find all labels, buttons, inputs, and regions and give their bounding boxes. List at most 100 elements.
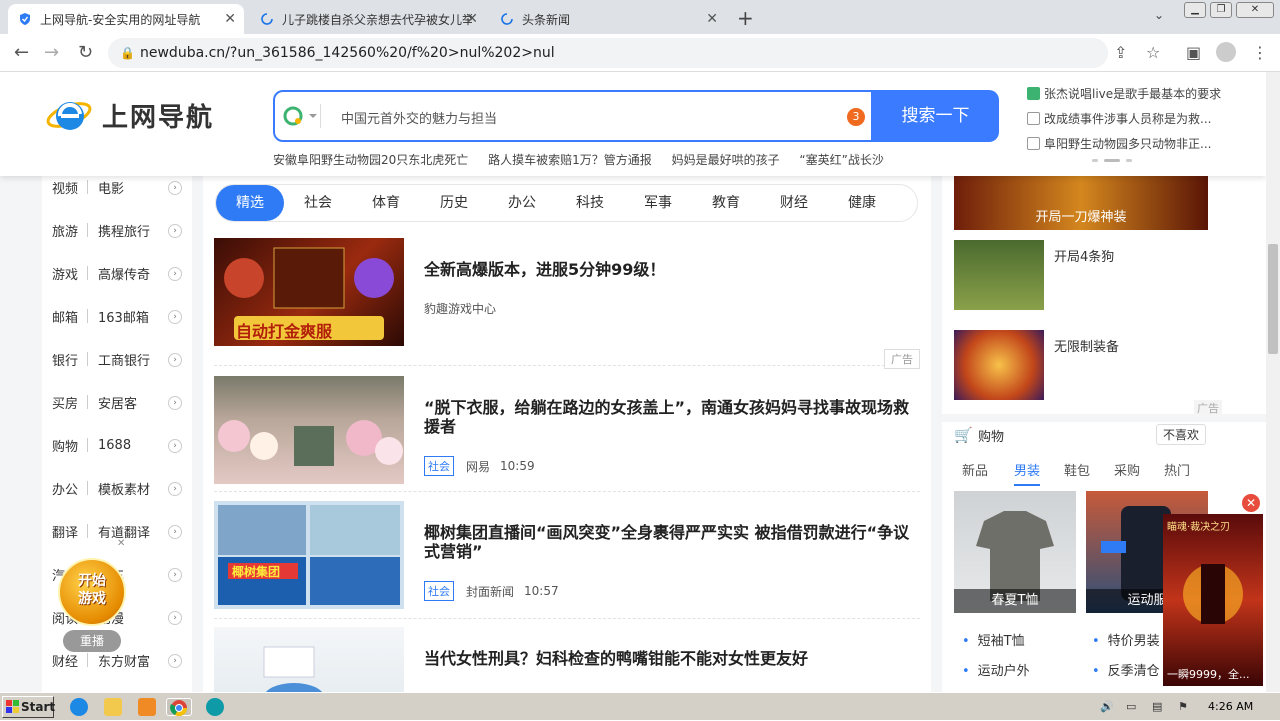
hot-link[interactable]: “塞英红”战长沙 bbox=[799, 153, 883, 167]
chevron-down-icon[interactable]: ⌄ bbox=[1154, 8, 1164, 22]
chevron-right-icon[interactable]: › bbox=[168, 266, 182, 281]
sidebar-site-link[interactable]: 163邮箱 bbox=[98, 307, 149, 326]
side-panel-icon[interactable]: ▣ bbox=[1186, 43, 1201, 62]
sidebar-category[interactable]: 翻译 bbox=[52, 522, 78, 541]
share-icon[interactable]: ⇪ bbox=[1114, 43, 1127, 62]
chevron-right-icon[interactable]: › bbox=[168, 524, 182, 539]
media-player-icon[interactable] bbox=[138, 698, 156, 716]
ie-icon[interactable] bbox=[70, 698, 88, 716]
feed-item[interactable]: “脱下衣服，给躺在路边的女孩盖上”，南通女孩妈妈寻找事故现场救援者 社会 网易 … bbox=[214, 376, 920, 492]
right-news-item[interactable]: 张杰说唱live是歌手最基本的要求 bbox=[1027, 85, 1221, 102]
feed-title[interactable]: “脱下衣服，给躺在路边的女孩盖上”，南通女孩妈妈寻找事故现场救援者 bbox=[424, 398, 914, 436]
site-logo[interactable]: 上网导航 bbox=[46, 94, 214, 136]
carousel-dots[interactable] bbox=[1092, 159, 1132, 162]
sidebar-site-link[interactable]: 模板素材 bbox=[98, 479, 150, 498]
start-game-button[interactable]: 开始 游戏 bbox=[58, 558, 126, 626]
shop-tab[interactable]: 采购 bbox=[1114, 460, 1140, 479]
chevron-right-icon[interactable]: › bbox=[168, 352, 182, 367]
sidebar-row[interactable]: 银行 工商银行 › bbox=[42, 338, 192, 381]
right-item[interactable]: 无限制装备 bbox=[954, 330, 1210, 400]
sidebar-category[interactable]: 视频 bbox=[52, 178, 78, 197]
shop-tab[interactable]: 热门 bbox=[1164, 460, 1190, 479]
scrollbar-thumb[interactable] bbox=[1268, 244, 1278, 354]
feed-title[interactable]: 全新高爆版本，进服5分钟99级！ bbox=[424, 260, 914, 279]
browser-tab-3[interactable]: 头条新闻 ✕ bbox=[490, 4, 726, 34]
tab-9[interactable]: 健康 bbox=[828, 185, 896, 221]
shop-link[interactable]: 运动户外 bbox=[962, 660, 1030, 679]
sidebar-category[interactable]: 财经 bbox=[52, 651, 78, 670]
close-icon[interactable]: ✕ bbox=[117, 538, 125, 549]
chevron-right-icon[interactable]: › bbox=[168, 653, 182, 668]
speaker-icon[interactable]: 🔊 bbox=[1100, 700, 1114, 713]
shop-tab[interactable]: 男装 bbox=[1014, 460, 1041, 486]
replay-button[interactable]: 重播 bbox=[63, 630, 121, 652]
restore-button[interactable]: ❐ bbox=[1210, 2, 1232, 18]
sidebar-row[interactable]: 购物 1688 › bbox=[42, 424, 192, 467]
sidebar-row[interactable]: 旅游 携程旅行 › bbox=[42, 209, 192, 252]
sidebar-site-link[interactable]: 携程旅行 bbox=[98, 221, 150, 240]
sidebar-site-link[interactable]: 东方财富 bbox=[98, 651, 150, 670]
tab-2[interactable]: 体育 bbox=[352, 185, 420, 221]
device-icon[interactable]: ▤ bbox=[1152, 700, 1162, 713]
floating-game-ad[interactable]: 瞄魂·裁决之刃 一瞬9999，全... bbox=[1163, 514, 1263, 686]
network-icon[interactable]: ▭ bbox=[1126, 700, 1136, 713]
sidebar-category[interactable]: 银行 bbox=[52, 350, 78, 369]
tab-8[interactable]: 财经 bbox=[760, 185, 828, 221]
vertical-scrollbar[interactable] bbox=[1266, 72, 1280, 692]
tab-1[interactable]: 社会 bbox=[284, 185, 352, 221]
new-tab-button[interactable]: + bbox=[737, 6, 754, 30]
search-input[interactable]: 中国元首外交的魅力与担当 3 bbox=[273, 90, 873, 142]
chevron-right-icon[interactable]: › bbox=[168, 610, 182, 625]
forward-icon[interactable]: → bbox=[44, 42, 59, 63]
right-news-item[interactable]: 改成绩事件涉事人员称是为救... bbox=[1027, 110, 1211, 127]
tab-5[interactable]: 科技 bbox=[556, 185, 624, 221]
feed-item[interactable]: 自动打金爽服 全新高爆版本，进服5分钟99级！ 豹趣游戏中心 广告 bbox=[214, 238, 920, 369]
product-card[interactable]: 春夏T恤 bbox=[954, 491, 1076, 613]
category-tag[interactable]: 社会 bbox=[424, 581, 454, 601]
category-tag[interactable]: 社会 bbox=[424, 456, 454, 476]
back-icon[interactable]: ← bbox=[14, 42, 29, 63]
feed-item[interactable]: 当代女性刑具？妇科检查的鸭嘴钳能不能对女性更友好 bbox=[214, 627, 920, 692]
chevron-right-icon[interactable]: › bbox=[168, 309, 182, 324]
right-item[interactable]: 开局4条狗 bbox=[954, 240, 1210, 310]
sidebar-site-link[interactable]: 高爆传奇 bbox=[98, 264, 150, 283]
reload-icon[interactable]: ↻ bbox=[78, 42, 93, 63]
chrome-taskbar-button[interactable] bbox=[166, 698, 192, 717]
shop-tab[interactable]: 鞋包 bbox=[1064, 460, 1090, 479]
shop-link[interactable]: 特价男装 bbox=[1092, 630, 1160, 649]
dislike-button[interactable]: 不喜欢 bbox=[1156, 424, 1207, 445]
chevron-right-icon[interactable]: › bbox=[168, 438, 182, 453]
folder-icon[interactable] bbox=[104, 698, 122, 716]
tab-4[interactable]: 办公 bbox=[488, 185, 556, 221]
flag-icon[interactable]: ⚑ bbox=[1178, 700, 1188, 713]
star-icon[interactable]: ☆ bbox=[1146, 43, 1160, 62]
close-icon[interactable]: ✕ bbox=[224, 11, 236, 27]
start-button[interactable]: Start bbox=[2, 696, 55, 718]
sidebar-row[interactable]: 邮箱 163邮箱 › bbox=[42, 295, 192, 338]
sidebar-site-link[interactable]: 安居客 bbox=[98, 393, 137, 412]
menu-icon[interactable]: ⋮ bbox=[1252, 43, 1268, 62]
browser-tab-1[interactable]: 上网导航-安全实用的网址导航 ✕ bbox=[8, 4, 244, 34]
chevron-right-icon[interactable]: › bbox=[168, 180, 182, 195]
edge-icon[interactable] bbox=[206, 698, 224, 716]
sidebar-category[interactable]: 购物 bbox=[52, 436, 78, 455]
sidebar-row[interactable]: 办公 模板素材 › bbox=[42, 467, 192, 510]
hot-link[interactable]: 路人摸车被索赔1万？管方通报 bbox=[488, 153, 652, 167]
sidebar-site-link[interactable]: 1688 bbox=[98, 438, 131, 453]
sidebar-row[interactable]: 买房 安居客 › bbox=[42, 381, 192, 424]
chevron-right-icon[interactable]: › bbox=[168, 567, 182, 582]
close-icon[interactable]: ✕ bbox=[1242, 494, 1260, 512]
feed-title[interactable]: 椰树集团直播间“画风突变”全身裹得严严实实 被指借罚款进行“争议式营销” bbox=[424, 523, 914, 561]
sidebar-row[interactable]: 游戏 高爆传奇 › bbox=[42, 252, 192, 295]
feed-title[interactable]: 当代女性刑具？妇科检查的鸭嘴钳能不能对女性更友好 bbox=[424, 649, 914, 668]
tab-6[interactable]: 军事 bbox=[624, 185, 692, 221]
address-bar[interactable]: 🔒 newduba.cn/?un_361586_142560%20/f%20>n… bbox=[108, 38, 1108, 68]
search-button[interactable]: 搜索一下 bbox=[872, 90, 999, 142]
tab-7[interactable]: 教育 bbox=[692, 185, 760, 221]
right-news-item[interactable]: 阜阳野生动物园多只动物非正... bbox=[1027, 135, 1211, 152]
sidebar-site-link[interactable]: 工商银行 bbox=[98, 350, 150, 369]
chevron-right-icon[interactable]: › bbox=[168, 223, 182, 238]
sidebar-category[interactable]: 邮箱 bbox=[52, 307, 78, 326]
shop-tab[interactable]: 新品 bbox=[962, 460, 988, 479]
profile-avatar[interactable] bbox=[1216, 42, 1236, 62]
